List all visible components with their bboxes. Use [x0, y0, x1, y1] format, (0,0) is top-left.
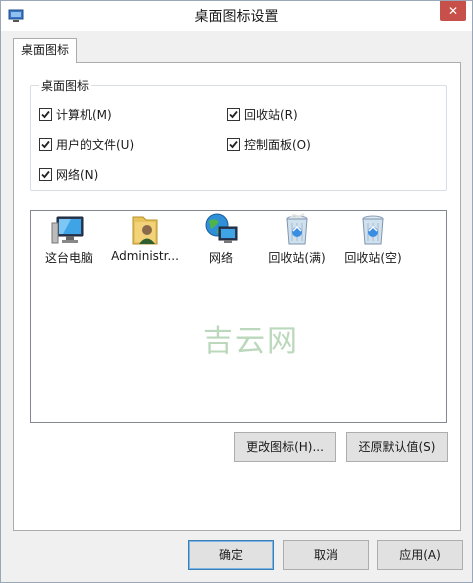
icon-item-administrator[interactable]: Administr...: [107, 213, 183, 267]
user-folder-icon: [132, 216, 158, 245]
checkbox-label: 用户的文件(U): [56, 137, 135, 152]
icon-label: Administr...: [111, 249, 179, 263]
recycle-bin-full-icon: [286, 213, 308, 245]
checkbox-label: 控制面板(O): [244, 137, 311, 152]
icon-label: 回收站(满): [268, 251, 326, 265]
checkbox-checked-icon[interactable]: [39, 167, 52, 181]
icon-list[interactable]: 这台电脑 Administr... 网络 回收站(满) 回收站(空) 吉云网: [30, 210, 447, 423]
checkbox-checked-icon[interactable]: [227, 137, 240, 151]
icon-label: 这台电脑: [44, 251, 93, 265]
icon-label: 回收站(空): [344, 251, 402, 265]
checkbox-label: 回收站(R): [244, 107, 298, 122]
window-title: 桌面图标设置: [194, 9, 279, 25]
checkbox-user-files[interactable]: 用户的文件(U): [39, 136, 134, 152]
group-title: 桌面图标: [39, 77, 92, 94]
restore-default-button[interactable]: 还原默认值(S): [346, 432, 448, 462]
checkbox-checked-icon[interactable]: [227, 107, 240, 121]
tab-desktop-icons[interactable]: 桌面图标: [13, 38, 77, 63]
desktop-icon-settings-dialog: 桌面图标设置 ✕ 桌面图标 桌面图标 计算机(M) 回收站(R) 用户的文件(U…: [0, 0, 473, 583]
close-button[interactable]: ✕: [440, 1, 466, 21]
cancel-button[interactable]: 取消: [283, 540, 369, 570]
checkbox-label: 网络(N): [56, 167, 99, 182]
tab-panel: 桌面图标 计算机(M) 回收站(R) 用户的文件(U) 控制面板(O) 网络(N…: [13, 62, 461, 531]
icon-item-recycle-bin-full[interactable]: 回收站(满): [259, 213, 335, 267]
desktop-icons-group: 桌面图标 计算机(M) 回收站(R) 用户的文件(U) 控制面板(O) 网络(N…: [30, 77, 447, 191]
ok-button[interactable]: 确定: [188, 540, 274, 570]
checkbox-checked-icon[interactable]: [39, 137, 52, 151]
icon-item-this-pc[interactable]: 这台电脑: [31, 213, 107, 267]
checkbox-label: 计算机(M): [56, 107, 112, 122]
change-icon-button[interactable]: 更改图标(H)...: [234, 432, 336, 462]
recycle-bin-empty-icon: [362, 215, 384, 245]
icon-item-recycle-bin-empty[interactable]: 回收站(空): [335, 213, 411, 267]
network-icon: [205, 213, 238, 243]
checkbox-network[interactable]: 网络(N): [39, 166, 98, 182]
watermark: 吉云网: [203, 324, 299, 359]
close-icon: ✕: [447, 4, 459, 18]
checkbox-recycle-bin[interactable]: 回收站(R): [227, 106, 298, 122]
title-bar[interactable]: 桌面图标设置 ✕: [1, 1, 472, 31]
checkbox-checked-icon[interactable]: [39, 107, 52, 121]
computer-icon: [51, 216, 84, 244]
apply-button[interactable]: 应用(A): [377, 540, 463, 570]
icon-label: 网络: [208, 251, 233, 265]
icon-item-network[interactable]: 网络: [183, 213, 259, 267]
checkbox-computer[interactable]: 计算机(M): [39, 106, 112, 122]
checkbox-control-panel[interactable]: 控制面板(O): [227, 136, 311, 152]
